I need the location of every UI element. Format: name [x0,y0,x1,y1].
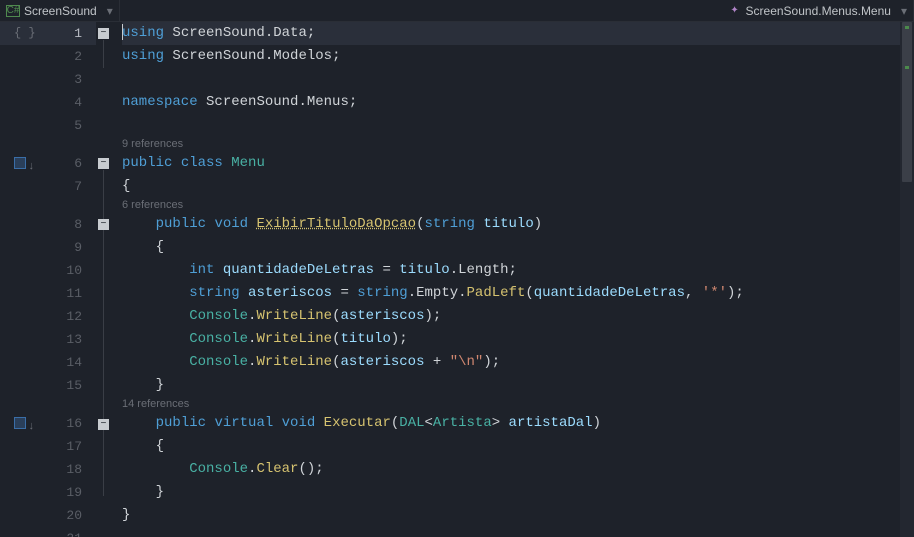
fold-toggle[interactable]: − [98,419,109,430]
line-number: 17 [48,435,96,458]
bookmark-marker[interactable] [14,157,26,169]
line-number: 21 [48,527,96,537]
chevron-down-icon: ▾ [107,4,113,18]
code-line[interactable]: using ScreenSound.Modelos; [122,45,914,68]
line-number: 19 [48,481,96,504]
line-number: 5 [48,114,96,137]
line-number: 9 [48,236,96,259]
fold-toggle[interactable]: − [98,28,109,39]
scroll-marker [905,26,909,29]
code-line[interactable]: string asteriscos = string.Empty.PadLeft… [122,282,914,305]
code-line[interactable]: public virtual void Executar(DAL<Artista… [122,412,914,435]
breadcrumb-symbol[interactable]: ✦ ScreenSound.Menus.Menu ▾ [722,0,914,21]
line-number: 2 [48,45,96,68]
fold-toggle[interactable]: − [98,219,109,230]
code-content[interactable]: using ScreenSound.Data; using ScreenSoun… [122,22,914,537]
line-number: 15 [48,374,96,397]
code-line[interactable]: { [122,435,914,458]
line-number: 12 [48,305,96,328]
bookmark-marker[interactable] [14,417,26,429]
code-line[interactable]: Console.WriteLine(asteriscos + "\n"); [122,351,914,374]
gutter-line-numbers: 1 2 3 4 5 6 7 8 9 10 11 12 13 14 15 16 1… [48,22,96,537]
code-line[interactable]: Console.WriteLine(asteriscos); [122,305,914,328]
arrow-down-icon: ↓ [28,156,35,179]
code-line[interactable]: namespace ScreenSound.Menus; [122,91,914,114]
vertical-scrollbar[interactable] [900,22,914,537]
gutter-folding: − − − − [96,22,122,537]
code-line[interactable] [122,68,914,91]
code-line[interactable]: using ScreenSound.Data; [122,22,914,45]
scope-brace-icon: { } [14,22,36,45]
line-number: 1 [48,22,96,45]
csharp-file-icon: C# [6,5,20,17]
scroll-marker [905,66,909,69]
breadcrumb-file-label: ScreenSound [24,4,97,18]
codelens[interactable]: 9 references [122,137,914,152]
line-number: 7 [48,175,96,198]
code-line[interactable]: int quantidadeDeLetras = titulo.Length; [122,259,914,282]
fold-guide [103,40,104,68]
line-number: 20 [48,504,96,527]
codelens[interactable]: 6 references [122,198,914,213]
codelens[interactable]: 14 references [122,397,914,412]
breadcrumb-symbol-label: ScreenSound.Menus.Menu [746,4,891,18]
line-number: 18 [48,458,96,481]
scrollbar-thumb[interactable] [902,22,912,182]
code-line[interactable]: public class Menu [122,152,914,175]
line-number: 11 [48,282,96,305]
code-editor[interactable]: { } ↓ ↓ 1 2 3 4 5 6 7 8 9 10 11 12 13 14… [0,22,914,537]
line-number: 10 [48,259,96,282]
code-line[interactable] [122,114,914,137]
code-line[interactable]: { [122,236,914,259]
breadcrumb-bar: C# ScreenSound ▾ ✦ ScreenSound.Menus.Men… [0,0,914,22]
line-number: 4 [48,91,96,114]
arrow-down-icon: ↓ [28,416,35,439]
method-icon: ✦ [728,4,742,18]
code-line[interactable]: } [122,481,914,504]
breadcrumb-file[interactable]: C# ScreenSound ▾ [0,0,120,21]
chevron-down-icon: ▾ [901,4,907,18]
line-number: 6 [48,152,96,175]
line-number: 3 [48,68,96,91]
code-line[interactable]: public void ExibirTituloDaOpcao(string t… [122,213,914,236]
line-number: 13 [48,328,96,351]
line-number: 16 [48,412,96,435]
code-line[interactable] [122,527,914,537]
code-line[interactable]: Console.Clear(); [122,458,914,481]
line-number: 14 [48,351,96,374]
fold-toggle[interactable]: − [98,158,109,169]
gutter-markers: { } ↓ ↓ [0,22,48,537]
code-line[interactable]: { [122,175,914,198]
code-line[interactable]: } [122,374,914,397]
code-line[interactable]: } [122,504,914,527]
line-number: 8 [48,213,96,236]
code-line[interactable]: Console.WriteLine(titulo); [122,328,914,351]
